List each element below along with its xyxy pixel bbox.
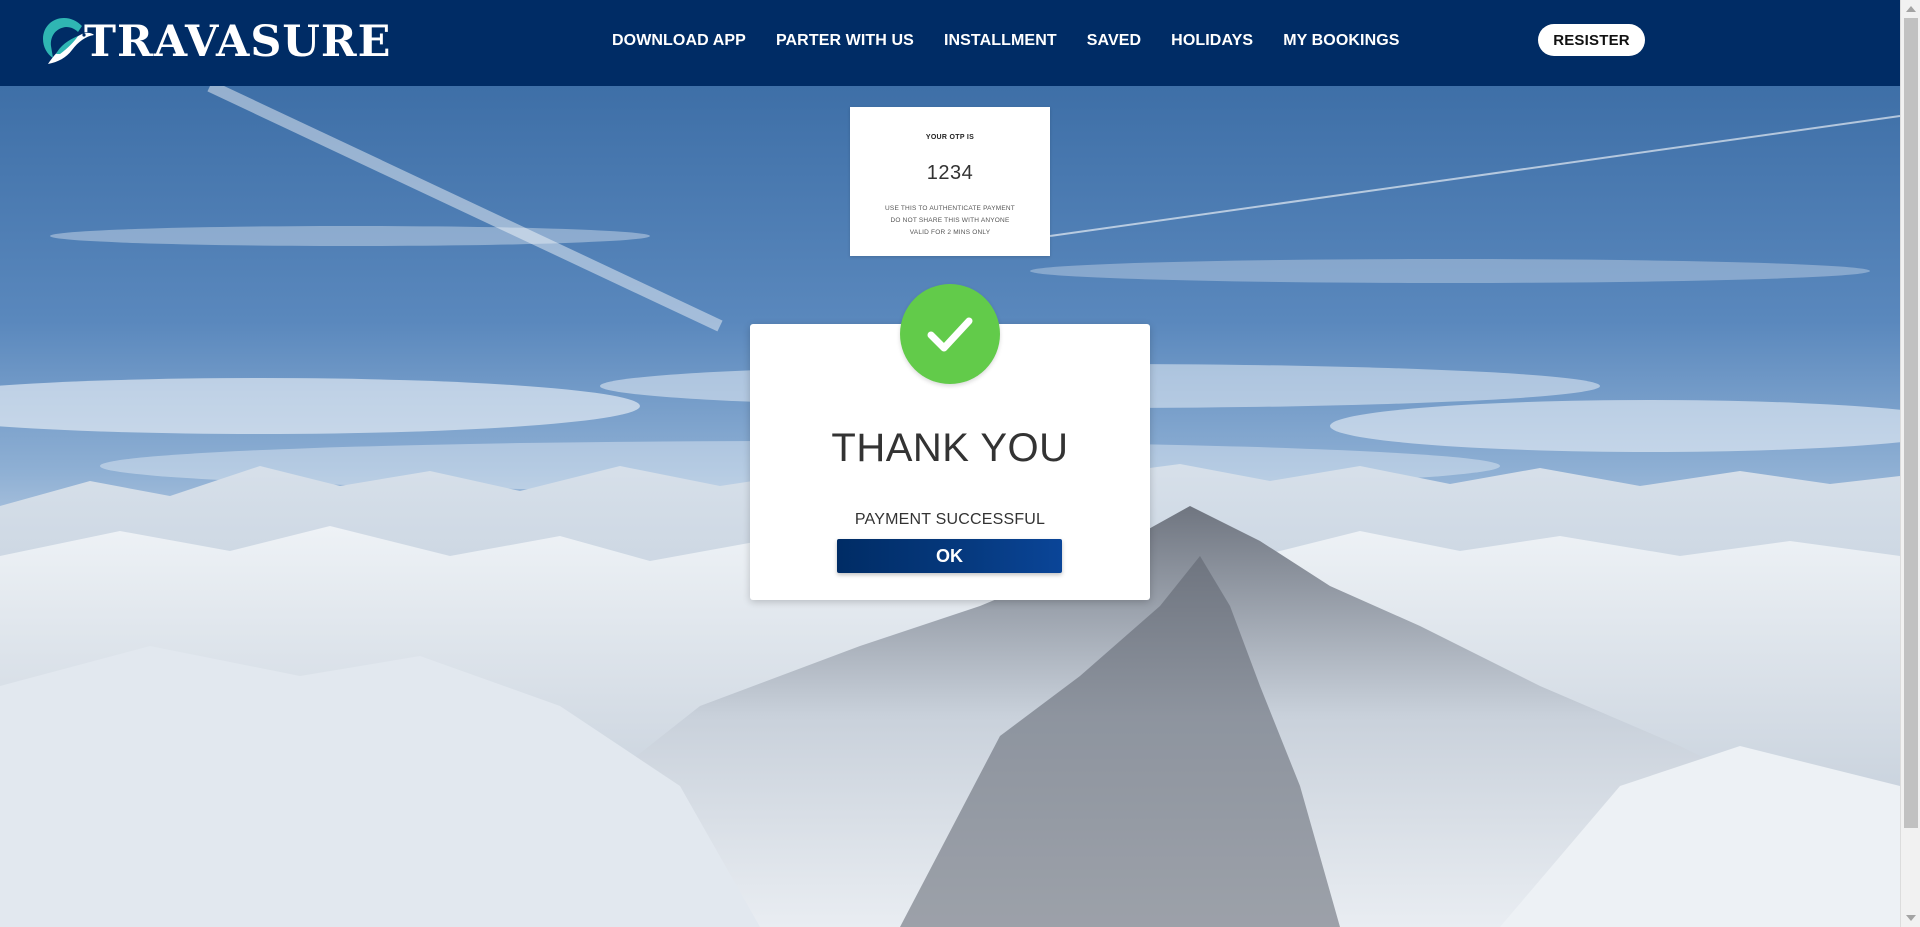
scrollbar-thumb[interactable] xyxy=(1904,18,1918,828)
nav-holidays[interactable]: HOLIDAYS xyxy=(1171,32,1253,50)
otp-code: 1234 xyxy=(926,162,974,184)
nav-download-app[interactable]: DOWNLOAD APP xyxy=(612,32,746,50)
brand-name: TRAVASURE xyxy=(84,17,392,67)
thank-you-heading: THANK YOU xyxy=(831,426,1069,470)
main-nav: DOWNLOAD APP PARTER WITH US INSTALLMENT … xyxy=(612,0,1430,82)
otp-card: YOUR OTP IS 1234 USE THIS TO AUTHENTICAT… xyxy=(850,107,1050,256)
nav-partner-with-us[interactable]: PARTER WITH US xyxy=(776,32,914,50)
top-navbar: TRAVASURE DOWNLOAD APP PARTER WITH US IN… xyxy=(0,0,1900,86)
otp-title: YOUR OTP IS xyxy=(925,134,975,141)
nav-my-bookings[interactable]: MY BOOKINGS xyxy=(1283,32,1399,50)
otp-note-do-not-share: DO NOT SHARE THIS WITH ANYONE xyxy=(890,217,1010,224)
register-button[interactable]: RESISTER xyxy=(1538,24,1645,56)
scroll-up-icon[interactable] xyxy=(1906,6,1916,12)
page-scrollbar[interactable] xyxy=(1900,0,1920,927)
check-icon xyxy=(927,317,973,352)
brand-logo[interactable]: TRAVASURE xyxy=(38,14,390,70)
success-check-badge xyxy=(900,284,1000,384)
payment-status-text: PAYMENT SUCCESSFUL xyxy=(854,511,1046,528)
nav-saved[interactable]: SAVED xyxy=(1087,32,1141,50)
otp-note-validity: VALID FOR 2 MINS ONLY xyxy=(909,229,991,236)
otp-note-authenticate: USE THIS TO AUTHENTICATE PAYMENT xyxy=(885,205,1015,212)
scroll-down-icon[interactable] xyxy=(1906,915,1916,921)
nav-installment[interactable]: INSTALLMENT xyxy=(944,32,1057,50)
ok-button[interactable]: OK xyxy=(837,539,1062,573)
